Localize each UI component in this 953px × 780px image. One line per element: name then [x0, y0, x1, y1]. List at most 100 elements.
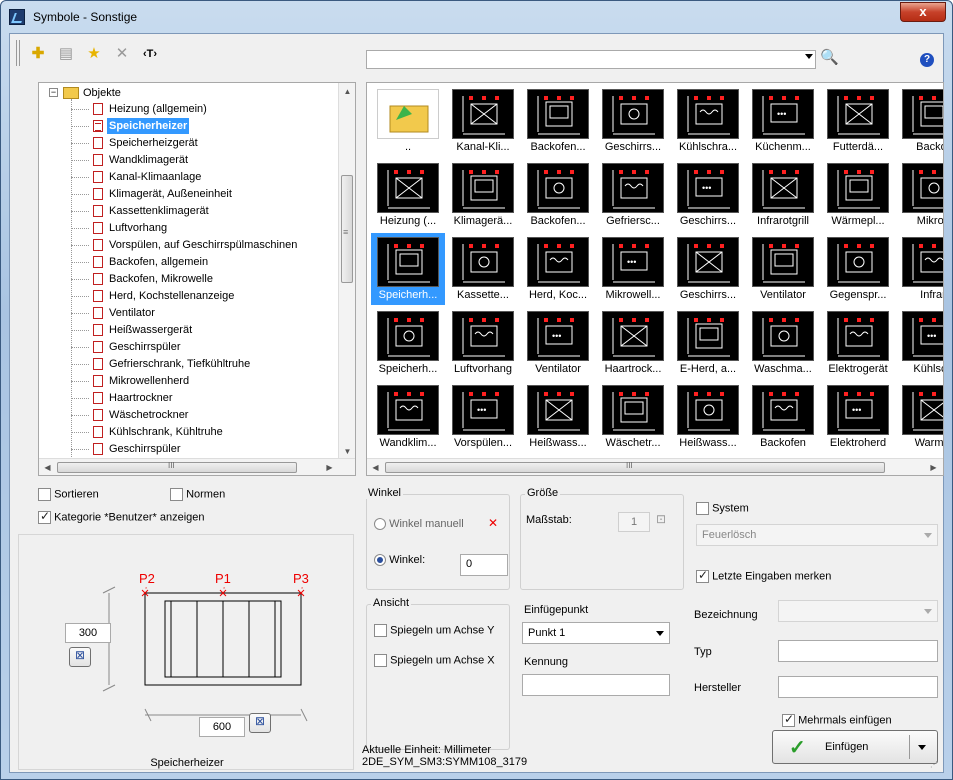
close-button[interactable]: x: [900, 2, 946, 22]
symbol-tile[interactable]: ••• Vorspülen...: [446, 381, 520, 453]
angle-value-option[interactable]: Winkel:: [374, 554, 425, 567]
title-bar[interactable]: Symbole - Sonstige x: [1, 1, 952, 33]
symbol-tile[interactable]: Klimagerä...: [446, 159, 520, 231]
scale-pick-icon[interactable]: ⊡: [656, 512, 666, 526]
symbol-tile[interactable]: Infrarotgrill: [746, 159, 820, 231]
help-icon[interactable]: ?: [920, 53, 934, 67]
symbol-tile[interactable]: Ventilator: [746, 233, 820, 305]
insert-button[interactable]: ✓ Einfügen: [772, 730, 938, 764]
symbol-tile[interactable]: Futterdä...: [821, 85, 895, 157]
symbol-tile[interactable]: ••• Geschirrs...: [671, 159, 745, 231]
symbol-tile[interactable]: Heizung (...: [371, 159, 445, 231]
symbol-tile[interactable]: Wärmepl...: [821, 159, 895, 231]
id-input[interactable]: [522, 674, 670, 696]
add-icon[interactable]: ✚: [28, 44, 48, 64]
symbol-tile[interactable]: ••• Ventilator: [521, 307, 595, 379]
mirror-y-checkbox[interactable]: [374, 624, 387, 637]
multi-insert-checkbox[interactable]: [782, 712, 795, 727]
grid-horizontal-scrollbar[interactable]: ◀ III ▶: [367, 458, 943, 475]
properties-icon[interactable]: ▤: [56, 44, 76, 64]
favorite-star-icon[interactable]: ★: [84, 44, 104, 64]
scroll-right-icon[interactable]: ▶: [321, 459, 338, 475]
type-input[interactable]: [778, 640, 938, 662]
mirror-y-option[interactable]: Spiegeln um Achse Y: [374, 624, 494, 637]
angle-input[interactable]: 0: [460, 554, 508, 576]
mirror-x-checkbox[interactable]: [374, 654, 387, 667]
norms-option[interactable]: Normen: [170, 488, 225, 501]
grid-hscroll-thumb[interactable]: III: [385, 461, 885, 473]
symbol-tile[interactable]: Kassette...: [446, 233, 520, 305]
scroll-right-icon[interactable]: ▶: [925, 459, 942, 475]
multi-insert-option[interactable]: Mehrmals einfügen: [782, 712, 892, 727]
show-category-checkbox[interactable]: [38, 509, 51, 524]
text-tool-button[interactable]: ‹T›: [140, 44, 160, 64]
angle-manual-radio[interactable]: [374, 518, 386, 531]
chevron-down-icon[interactable]: [805, 54, 813, 59]
symbol-tile[interactable]: ..: [371, 85, 445, 157]
insert-dropdown-icon[interactable]: [918, 745, 926, 750]
remember-checkbox[interactable]: [696, 568, 709, 583]
symbol-tile[interactable]: Elektrogerät: [821, 307, 895, 379]
symbol-tile[interactable]: Infrar: [896, 233, 943, 305]
height-input[interactable]: 300: [65, 623, 111, 643]
symbol-tile[interactable]: Luftvorhang: [446, 307, 520, 379]
delete-icon[interactable]: ✕: [112, 44, 132, 64]
scroll-left-icon[interactable]: ◀: [39, 459, 56, 475]
category-tree[interactable]: − Objekte Heizung (allgemein) Speicherhei…: [38, 82, 356, 476]
scroll-left-icon[interactable]: ◀: [367, 459, 384, 475]
symbol-tile[interactable]: Gefriersc...: [596, 159, 670, 231]
system-option[interactable]: System: [696, 502, 749, 515]
sort-checkbox[interactable]: [38, 488, 51, 501]
designation-select[interactable]: [778, 600, 938, 622]
toolbar-grip[interactable]: [16, 40, 20, 66]
symbol-tile[interactable]: ••• Küchenm...: [746, 85, 820, 157]
symbol-tile[interactable]: Geschirrs...: [596, 85, 670, 157]
symbol-tile[interactable]: E-Herd, a...: [671, 307, 745, 379]
norms-checkbox[interactable]: [170, 488, 183, 501]
symbol-tile[interactable]: Gegenspr...: [821, 233, 895, 305]
symbol-tile[interactable]: Kanal-Kli...: [446, 85, 520, 157]
symbol-tile[interactable]: Heißwass...: [671, 381, 745, 453]
sort-option[interactable]: Sortieren: [38, 488, 99, 501]
manufacturer-input[interactable]: [778, 676, 938, 698]
symbol-tile[interactable]: Wandklim...: [371, 381, 445, 453]
symbol-tile[interactable]: Speicherh...: [371, 307, 445, 379]
symbol-tile[interactable]: Backof: [896, 85, 943, 157]
angle-value-radio[interactable]: [374, 554, 386, 567]
symbol-tile[interactable]: Speicherh...: [371, 233, 445, 305]
symbol-tile[interactable]: Warmw: [896, 381, 943, 453]
symbol-tile[interactable]: Waschma...: [746, 307, 820, 379]
tree-horizontal-scrollbar[interactable]: ◀ III ▶: [39, 458, 355, 475]
symbol-tile[interactable]: Kühlschra...: [671, 85, 745, 157]
symbol-tile[interactable]: ••• Elektroherd: [821, 381, 895, 453]
insert-point-select[interactable]: Punkt 1: [522, 622, 670, 644]
symbol-grid[interactable]: .. Kanal-Kli... Backofen... Geschirrs... Küh…: [366, 82, 944, 476]
symbol-tile[interactable]: Heißwass...: [521, 381, 595, 453]
symbol-tile[interactable]: Haartrock...: [596, 307, 670, 379]
mirror-x-option[interactable]: Spiegeln um Achse X: [374, 654, 495, 667]
search-icon[interactable]: 🔍: [820, 48, 839, 66]
scale-input[interactable]: 1: [618, 512, 650, 532]
system-select[interactable]: Feuerlösch: [696, 524, 938, 546]
remember-option[interactable]: Letzte Eingaben merken: [696, 568, 831, 583]
symbol-tile[interactable]: Mikrov: [896, 159, 943, 231]
system-checkbox[interactable]: [696, 502, 709, 515]
tree-hscroll-thumb[interactable]: III: [57, 461, 297, 473]
scroll-up-icon[interactable]: ▲: [339, 83, 355, 100]
symbol-tile[interactable]: Backofen: [746, 381, 820, 453]
symbol-tile[interactable]: Backofen...: [521, 85, 595, 157]
symbol-tile[interactable]: ••• Kühlsch: [896, 307, 943, 379]
collapse-icon[interactable]: −: [49, 88, 58, 97]
angle-manual-option[interactable]: Winkel manuell: [374, 518, 464, 531]
pick-width-button[interactable]: ⊠: [249, 713, 271, 733]
symbol-tile[interactable]: Geschirrs...: [671, 233, 745, 305]
show-category-option[interactable]: Kategorie *Benutzer* anzeigen: [38, 509, 205, 524]
pick-height-button[interactable]: ⊠: [69, 647, 91, 667]
symbol-tile[interactable]: Backofen...: [521, 159, 595, 231]
symbol-tile[interactable]: Herd, Koc...: [521, 233, 595, 305]
symbol-tile[interactable]: Wäschetr...: [596, 381, 670, 453]
resize-grip-icon[interactable]: ⋰: [930, 760, 938, 769]
search-combobox[interactable]: [366, 50, 816, 69]
symbol-tile[interactable]: ••• Mikrowell...: [596, 233, 670, 305]
width-input[interactable]: 600: [199, 717, 245, 737]
